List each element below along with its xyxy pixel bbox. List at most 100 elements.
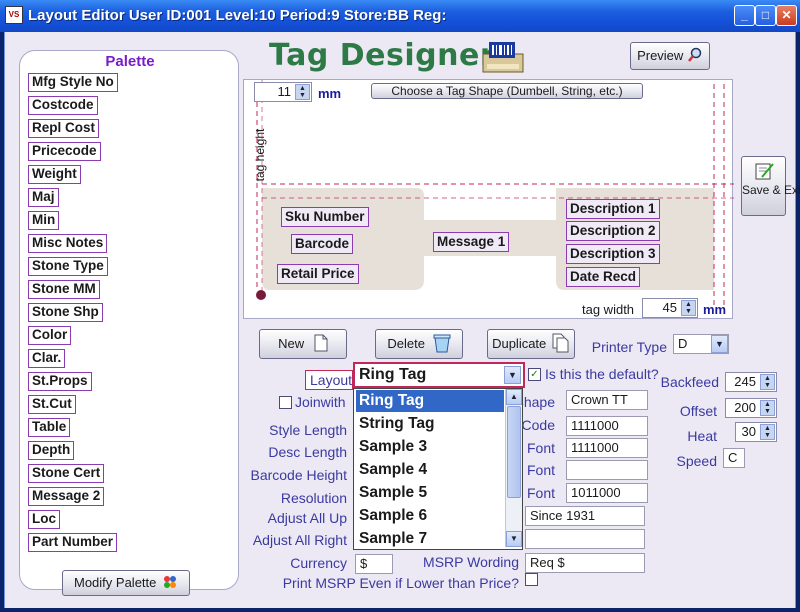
chevron-down-icon[interactable]: ▼ [711, 335, 728, 353]
new-button[interactable]: New [259, 329, 347, 359]
scroll-thumb[interactable] [507, 406, 521, 498]
layout-option[interactable]: Sample 4 [356, 459, 504, 481]
since-field[interactable]: Since 1931 [525, 506, 645, 526]
layout-label: Layout [305, 370, 353, 390]
barcode-height-label: Barcode Height [250, 467, 347, 483]
heat-value: 30 [741, 424, 756, 439]
spinner-arrows-icon[interactable]: ▲ ▼ [760, 374, 775, 390]
palette-item[interactable]: Color [28, 326, 72, 345]
offset-value: 200 [734, 400, 756, 415]
field-description-1[interactable]: Description 1 [566, 199, 660, 219]
tag-width-unit: mm [703, 302, 727, 317]
maximize-button[interactable]: □ [755, 5, 776, 26]
layout-dropdown-list[interactable]: Ring Tag String Tag Sample 3 Sample 4 Sa… [353, 388, 523, 550]
palette-item[interactable]: Depth [28, 441, 75, 460]
joinwith-checkbox[interactable] [279, 396, 292, 409]
palette-item[interactable]: Stone Shp [28, 303, 103, 322]
layout-select[interactable]: Ring Tag [353, 362, 525, 388]
choose-shape-button[interactable]: Choose a Tag Shape (Dumbell, String, etc… [371, 83, 643, 99]
since-value: Since 1931 [530, 508, 596, 523]
layout-option[interactable]: Sample 6 [356, 505, 504, 527]
minimize-button[interactable]: _ [734, 5, 755, 26]
shape-field[interactable]: Crown TT [566, 390, 648, 410]
layout-option[interactable]: Sample 3 [356, 436, 504, 458]
offset-spinner[interactable]: 200 ▲ ▼ [725, 398, 777, 418]
print-msrp-label: Print MSRP Even if Lower than Price? [282, 575, 519, 591]
layout-option[interactable]: Sample 7 [356, 528, 504, 550]
delete-button[interactable]: Delete [375, 329, 463, 359]
title-bar: VS Layout Editor User ID:001 Level:10 Pe… [0, 0, 800, 32]
adjust-all-up-label: Adjust All Up [267, 510, 347, 526]
tag-width-value: 45 [662, 300, 677, 315]
field-description-3[interactable]: Description 3 [566, 244, 660, 264]
palette-panel: Palette Mfg Style No Costcode Repl Cost … [19, 50, 239, 590]
tag-shape-outline [256, 80, 734, 306]
scroll-up-icon[interactable]: ▲ [506, 389, 522, 405]
dropdown-scrollbar[interactable]: ▲ ▼ [505, 389, 522, 547]
palette-item[interactable]: Repl Cost [28, 119, 100, 138]
speed-field[interactable]: C [723, 448, 745, 468]
close-button[interactable]: ✕ [776, 5, 797, 26]
msrp-wording-label: MSRP Wording [423, 554, 519, 570]
msrp-wording-field[interactable]: Req $ [525, 553, 645, 573]
font-3-value: 1011000 [571, 485, 621, 500]
save-exit-button[interactable]: Save & Exit [741, 156, 800, 216]
font-2-field[interactable] [566, 460, 648, 480]
layout-option[interactable]: Ring Tag [356, 390, 504, 412]
palette-item[interactable]: Mfg Style No [28, 73, 118, 92]
tag-width-spinner[interactable]: 45 ▲ ▼ [642, 298, 698, 318]
heat-spinner[interactable]: 30 ▲ ▼ [735, 422, 777, 442]
palette-item[interactable]: Costcode [28, 96, 98, 115]
duplicate-label: Duplicate [492, 336, 547, 351]
palette-item[interactable]: Min [28, 211, 60, 230]
magnifier-icon [687, 47, 702, 62]
chevron-down-icon[interactable]: ▼ [504, 366, 521, 384]
palette-item[interactable]: Table [28, 418, 71, 437]
preview-button[interactable]: Preview [630, 42, 710, 70]
palette-item[interactable]: Message 2 [28, 487, 105, 506]
tag-height-spinner[interactable]: 11 ▲ ▼ [254, 82, 312, 102]
palette-item[interactable]: Maj [28, 188, 59, 207]
field-date-recd[interactable]: Date Recd [566, 267, 641, 287]
font-3-field[interactable]: 1011000 [566, 483, 648, 503]
print-msrp-checkbox[interactable] [525, 573, 538, 586]
currency-label: Currency [290, 555, 347, 571]
palette-item[interactable]: Stone MM [28, 280, 100, 299]
window-client-area: Palette Mfg Style No Costcode Repl Cost … [4, 32, 800, 608]
field-sku-number[interactable]: Sku Number [281, 207, 369, 227]
field-description-2[interactable]: Description 2 [566, 221, 660, 241]
backfeed-spinner[interactable]: 245 ▲ ▼ [725, 372, 777, 392]
palette-item[interactable]: Stone Cert [28, 464, 105, 483]
spinner-arrows-icon[interactable]: ▲ ▼ [681, 300, 696, 316]
palette-item[interactable]: Clar. [28, 349, 66, 368]
palette-item[interactable]: St.Cut [28, 395, 76, 414]
field-barcode[interactable]: Barcode [291, 234, 354, 254]
palette-item[interactable]: Pricecode [28, 142, 101, 161]
layout-option[interactable]: Sample 5 [356, 482, 504, 504]
spinner-arrows-icon[interactable]: ▲ ▼ [295, 84, 310, 100]
palette-item[interactable]: Part Number [28, 533, 118, 552]
spinner-arrows-icon[interactable]: ▲ ▼ [760, 400, 775, 416]
desc-length-label: Desc Length [268, 444, 347, 460]
scroll-down-icon[interactable]: ▼ [506, 531, 522, 547]
duplicate-icon [552, 333, 569, 353]
spinner-arrows-icon[interactable]: ▲ ▼ [760, 424, 775, 440]
currency-field[interactable]: $ [355, 554, 393, 574]
tag-design-canvas[interactable]: 11 ▲ ▼ mm tag height Choose a Tag Shape (… [243, 79, 734, 319]
modify-palette-button[interactable]: Modify Palette [62, 570, 190, 596]
palette-item[interactable]: St.Props [28, 372, 92, 391]
field-retail-price[interactable]: Retail Price [277, 264, 359, 284]
new-label: New [278, 336, 305, 351]
field-message-1[interactable]: Message 1 [433, 232, 510, 252]
palette-item[interactable]: Weight [28, 165, 81, 184]
extra-field[interactable] [525, 529, 645, 549]
code-field[interactable]: 1111000 [566, 416, 648, 436]
palette-item[interactable]: Loc [28, 510, 61, 529]
layout-option[interactable]: String Tag [356, 413, 504, 435]
font-1-field[interactable]: 1111000 [566, 438, 648, 458]
is-default-checkbox[interactable]: ✓ [528, 368, 541, 381]
window-title: Layout Editor User ID:001 Level:10 Perio… [28, 7, 447, 24]
palette-item[interactable]: Misc Notes [28, 234, 108, 253]
palette-item[interactable]: Stone Type [28, 257, 108, 276]
duplicate-button[interactable]: Duplicate [487, 329, 575, 359]
